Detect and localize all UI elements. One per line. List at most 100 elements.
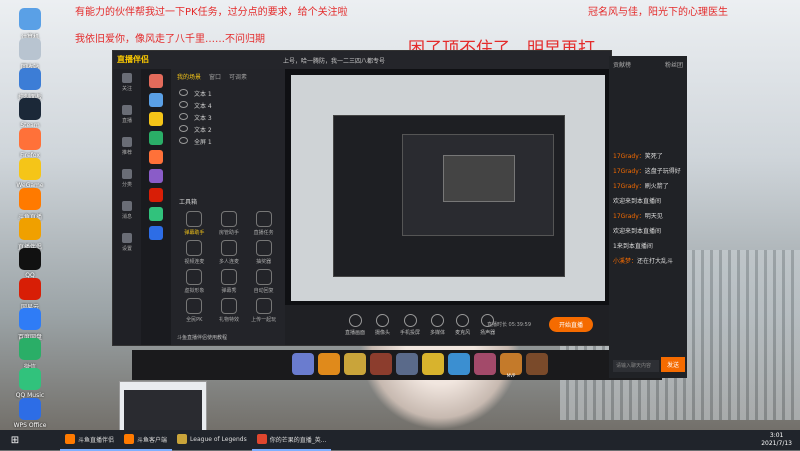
scene-label: 全屏 1: [194, 139, 212, 146]
desktop-icon[interactable]: 控制面板: [2, 68, 58, 101]
eye-icon[interactable]: [179, 125, 188, 132]
game-item-icon[interactable]: [292, 353, 314, 375]
nav-item[interactable]: 消息: [113, 201, 141, 229]
desktop-icon[interactable]: QQ: [2, 248, 58, 279]
chat-message: 欢迎来到本直播间: [609, 223, 687, 238]
tool-icon: [186, 211, 203, 227]
game-icon[interactable]: [149, 226, 163, 240]
desktop-icon[interactable]: Steam: [2, 98, 58, 129]
scene-row[interactable]: 文本 3: [171, 113, 285, 125]
tutorial-link[interactable]: 斗鱼直播伴侣使用教程: [177, 334, 227, 341]
tab-contribution[interactable]: 贡献榜: [613, 60, 631, 69]
source-button[interactable]: 摄像头: [375, 314, 390, 336]
game-item-icon[interactable]: [318, 353, 340, 375]
eye-icon[interactable]: [179, 101, 188, 108]
nav-icon: [122, 105, 132, 115]
taskbar-item[interactable]: 斗鱼客户端: [119, 429, 173, 451]
desktop-icon[interactable]: WPS Office: [2, 398, 58, 429]
tool-button[interactable]: 全民PK: [177, 298, 212, 323]
tool-button[interactable]: 礼物特效: [212, 298, 247, 323]
chat-text: 欢迎来到本直播间: [613, 198, 662, 205]
douyu-live-companion-window[interactable]: 直播伴侣 上号，哈一腾防，我一二三四八都专号 关注直播推荐分类消息设置 我的场景…: [112, 50, 612, 346]
start-live-button[interactable]: 开始直播: [548, 317, 593, 332]
chat-text: 笑死了: [644, 153, 663, 160]
tool-button[interactable]: 直播任务: [246, 211, 281, 236]
source-button[interactable]: 多媒体: [430, 314, 445, 336]
chat-username[interactable]: 17Grady：: [613, 213, 645, 220]
send-button[interactable]: 发送: [660, 357, 685, 372]
eye-icon[interactable]: [179, 89, 188, 96]
scene-row[interactable]: 文本 1: [171, 89, 285, 101]
clock[interactable]: 3:01 2021/7/13: [761, 432, 792, 448]
tool-button[interactable]: 虚拟形象: [177, 269, 212, 294]
game-item-icon[interactable]: [448, 353, 470, 375]
tool-label: 抽奖器: [256, 259, 272, 265]
desktop-icon[interactable]: 计算机: [2, 8, 58, 41]
scene-row[interactable]: 全屏 1: [171, 137, 285, 149]
game-icon[interactable]: [149, 74, 163, 88]
tool-icon: [220, 240, 237, 256]
window-titlebar[interactable]: 直播伴侣 上号，哈一腾防，我一二三四八都专号: [113, 51, 611, 69]
game-icon[interactable]: [149, 93, 163, 107]
game-item-icon[interactable]: [396, 353, 418, 375]
tab-fans[interactable]: 粉丝团: [665, 60, 683, 69]
nav-item[interactable]: 关注: [113, 73, 141, 101]
nav-item[interactable]: 直播: [113, 105, 141, 133]
desktop-icon[interactable]: 斗鱼直播: [2, 188, 58, 221]
overlay-text-pk: 有能力的伙伴帮我过一下PK任务，过分点的要求，给个关注啦: [75, 7, 348, 18]
tool-label: 礼物特效: [218, 317, 239, 323]
tab-my-scenes[interactable]: 我的场景: [177, 72, 201, 86]
tool-button[interactable]: 抽奖器: [246, 240, 281, 265]
chat-username[interactable]: 17Grady：: [613, 168, 645, 175]
eye-icon[interactable]: [179, 113, 188, 120]
taskbar-item[interactable]: 斗鱼直播伴侣: [60, 429, 120, 451]
taskbar-item-label: 斗鱼客户端: [137, 436, 168, 444]
game-item-icon[interactable]: [474, 353, 496, 375]
game-item-icon[interactable]: [370, 353, 392, 375]
chat-username[interactable]: 17Grady：: [613, 153, 645, 160]
game-item-icon[interactable]: [500, 353, 522, 375]
taskbar-item[interactable]: 你的芒果的直播_英...: [251, 429, 332, 451]
nav-item[interactable]: 分类: [113, 169, 141, 197]
desktop-icon[interactable]: 网易云: [2, 278, 58, 311]
app-icon: [19, 38, 41, 60]
game-item-icon[interactable]: [422, 353, 444, 375]
source-button[interactable]: 麦克风: [455, 314, 470, 336]
game-icon[interactable]: [149, 188, 163, 202]
game-icon[interactable]: [149, 112, 163, 126]
source-button[interactable]: 手机投屏: [400, 314, 420, 336]
nav-item[interactable]: 设置: [113, 233, 141, 261]
chat-input[interactable]: 请输入聊天内容: [613, 360, 659, 372]
game-icon[interactable]: [149, 150, 163, 164]
desktop-icon[interactable]: Firefox: [2, 128, 58, 159]
tool-button[interactable]: 弹幕助手: [177, 211, 212, 236]
desktop-icon[interactable]: 微信: [2, 338, 58, 371]
game-item-icon[interactable]: [526, 353, 548, 375]
source-button[interactable]: 直播画面: [345, 314, 365, 336]
desktop-icon[interactable]: 回收站: [2, 38, 58, 71]
tool-button[interactable]: 自动回复: [246, 269, 281, 294]
game-item-icon[interactable]: [344, 353, 366, 375]
desktop-icon[interactable]: QQ Music: [2, 368, 58, 399]
eye-icon[interactable]: [179, 137, 188, 144]
game-icon[interactable]: [149, 207, 163, 221]
scene-row[interactable]: 文本 2: [171, 125, 285, 137]
tab-windows[interactable]: 窗口: [209, 72, 221, 86]
scene-row[interactable]: 文本 4: [171, 101, 285, 113]
chat-username[interactable]: 小溪梦：: [613, 258, 637, 265]
nav-item[interactable]: 推荐: [113, 137, 141, 165]
tool-button[interactable]: 多人连麦: [212, 240, 247, 265]
desktop-icon[interactable]: WeGame: [2, 158, 58, 189]
game-icon[interactable]: [149, 131, 163, 145]
taskbar-item[interactable]: League of Legends: [172, 429, 252, 451]
desktop-icon[interactable]: 百度网盘: [2, 308, 58, 341]
game-icon[interactable]: [149, 169, 163, 183]
tool-button[interactable]: 上传一起玩: [246, 298, 281, 323]
tool-button[interactable]: 视频连麦: [177, 240, 212, 265]
chat-username[interactable]: 17Grady：: [613, 183, 645, 190]
tool-button[interactable]: 弹幕秀: [212, 269, 247, 294]
tab-sources[interactable]: 可调素: [229, 72, 247, 86]
tool-button[interactable]: 房管助手: [212, 211, 247, 236]
desktop-icon[interactable]: 直播伴侣: [2, 218, 58, 251]
windows-start-icon[interactable]: ⊞: [0, 435, 30, 446]
